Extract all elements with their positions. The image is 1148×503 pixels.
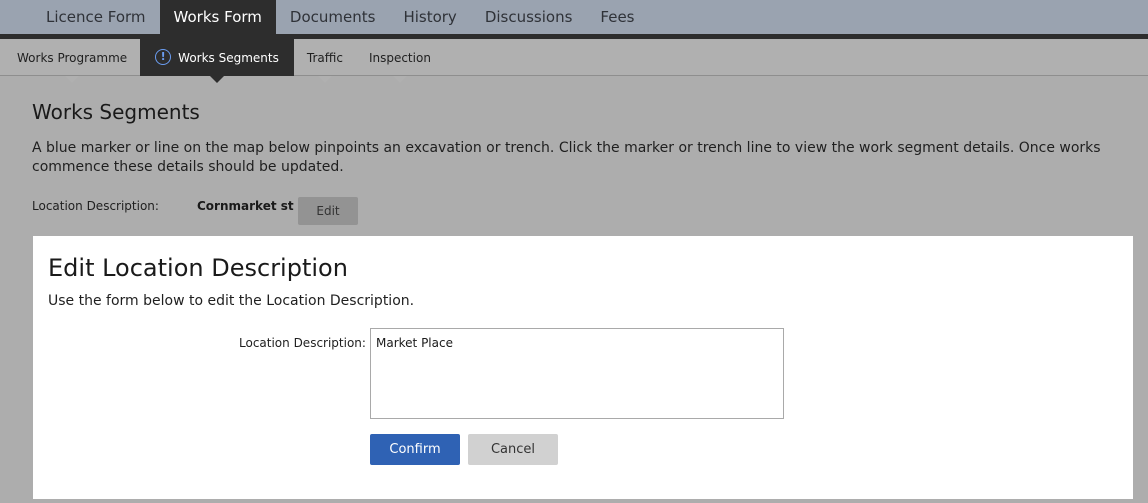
edit-location-button[interactable]: Edit	[298, 197, 358, 225]
tab-discussions[interactable]: Discussions	[471, 0, 587, 34]
tab-licence-form[interactable]: Licence Form	[32, 0, 160, 34]
cancel-button[interactable]: Cancel	[468, 434, 558, 465]
subtab-works-segments[interactable]: ! Works Segments	[140, 39, 294, 83]
info-icon: !	[155, 49, 172, 65]
tab-fees[interactable]: Fees	[586, 0, 648, 34]
location-description-input[interactable]: Market Place	[370, 328, 784, 419]
subtab-works-programme[interactable]: Works Programme	[4, 39, 140, 83]
page-bottom-overlay	[0, 499, 1148, 503]
subtab-traffic[interactable]: Traffic	[294, 39, 356, 83]
location-description-label: Location Description:	[32, 199, 159, 213]
modal-description: Use the form below to edit the Location …	[48, 293, 415, 309]
intro-text: A blue marker or line on the map below p…	[32, 140, 1101, 175]
location-field-label: Location Description:	[239, 336, 366, 350]
page-title: Works Segments	[32, 100, 200, 124]
modal-title: Edit Location Description	[48, 254, 348, 282]
confirm-button[interactable]: Confirm	[370, 434, 460, 465]
sub-navigation: Works Programme ! Works Segments Traffic …	[0, 39, 1148, 83]
subtab-inspection[interactable]: Inspection	[356, 39, 444, 83]
location-description-value: Cornmarket st	[197, 199, 294, 213]
tab-works-form[interactable]: Works Form	[159, 0, 276, 34]
edit-location-modal: Edit Location Description Use the form b…	[33, 236, 1133, 499]
top-navigation: Licence Form Works Form Documents Histor…	[0, 0, 1148, 34]
subtab-works-segments-label: Works Segments	[178, 51, 279, 65]
tab-history[interactable]: History	[389, 0, 470, 34]
tab-documents[interactable]: Documents	[276, 0, 390, 34]
